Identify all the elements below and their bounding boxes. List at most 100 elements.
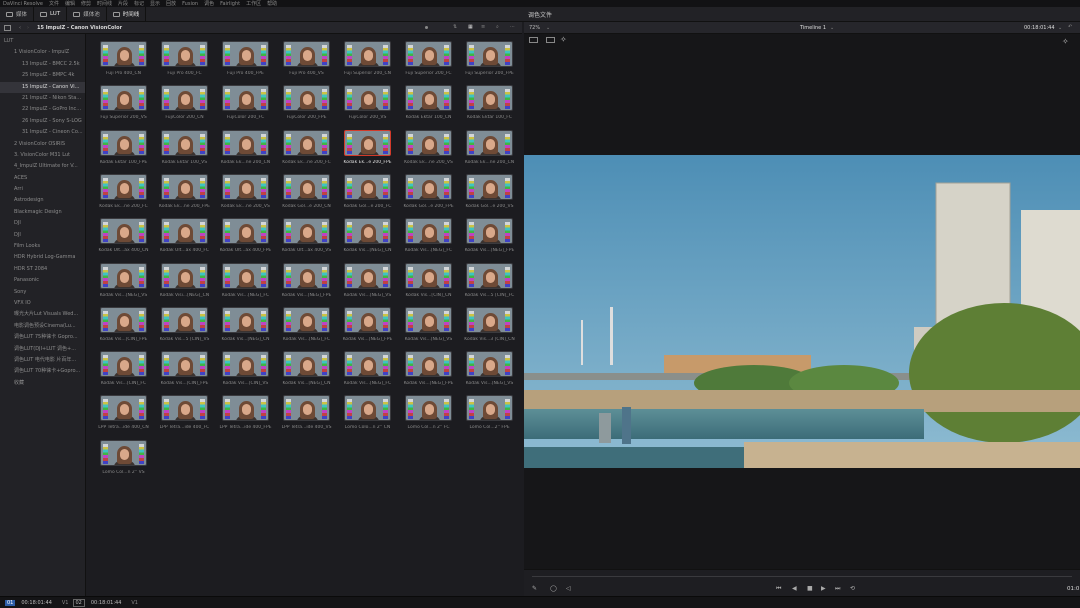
menu-item[interactable]: 帮助 (267, 0, 277, 7)
lut-thumbnail[interactable]: Kodak Vis...[CIN]_VS (222, 351, 269, 391)
lut-thumbnail[interactable]: Lomo Col...2'' FPE (466, 395, 513, 435)
lut-thumbnail[interactable]: Fuji Superior 200_FC (405, 41, 452, 81)
rewind-icon[interactable]: ◀ (792, 585, 797, 592)
sidebar-folder-item[interactable]: 2 VisionColor OSIRIS (0, 139, 85, 150)
lut-thumbnail[interactable]: Kodak Visi...[NEG]_CN (160, 262, 209, 303)
lut-thumbnail[interactable]: Kodak Ek...ne 200_FPE (159, 173, 210, 214)
lut-thumbnail[interactable]: Fuji Superior 200_FPE (465, 41, 514, 81)
sidebar-folder-item[interactable]: 曝光大片Lut Visuals Wed... (0, 309, 85, 320)
sidebar-folder-item[interactable]: DJI (0, 230, 85, 241)
sidebar-folder-item[interactable]: LUT (0, 36, 85, 47)
sidebar-folder-item[interactable]: 25 ImpulZ - BMPC 4k (0, 70, 85, 81)
viewer-mode-icon[interactable] (529, 37, 538, 43)
lut-thumbnail[interactable]: Kodak Vis...[NEG]_FC (222, 262, 269, 303)
lut-thumbnail[interactable]: Fuji Superior 200_VS (100, 85, 147, 125)
lut-thumbnail[interactable]: Fuji Pro 400_FPE (222, 41, 269, 81)
lut-thumbnail[interactable]: Kodak Vis...[NEG]_CN (222, 306, 269, 347)
lut-thumbnail[interactable]: Kodak Ektar 100_VS (161, 129, 208, 170)
mask-icon[interactable]: ◯ (550, 585, 557, 592)
lut-thumbnail[interactable]: FujiColor 200_CN (161, 85, 208, 125)
lut-thumbnail[interactable]: Kodak Vis...[NEG]_CN (344, 218, 391, 258)
media-pool-button[interactable]: 媒体池 (67, 6, 107, 22)
lut-thumbnail[interactable]: Kodak Vis...[NEG]_VS (344, 262, 391, 303)
lut-thumbnail[interactable]: Kodak Ult...ax 400_VS (282, 218, 331, 258)
lut-thumbnail[interactable]: Kodak Vis...[CIN]_FPE (100, 306, 147, 347)
lut-thumbnail[interactable]: Fuji Pro 400_VS (283, 41, 330, 81)
sidebar-folder-item[interactable]: DJI (0, 218, 85, 229)
sidebar-folder-item[interactable]: 调色LUT(DJI+LUT 调色+... (0, 344, 85, 355)
sidebar-folder-item[interactable]: Sony (0, 287, 85, 298)
back-arrow-icon[interactable]: ‹ (19, 25, 21, 31)
lut-thumbnail[interactable]: Kodak Vis...[CIN]_FPE (161, 351, 208, 391)
lut-thumbnail[interactable]: LPP Tetra...ide 400_FC (160, 395, 209, 435)
lut-button[interactable]: LUT (34, 6, 68, 22)
lut-thumbnail[interactable]: Kodak Gol...e 200_VS (466, 173, 513, 214)
sidebar-folder-item[interactable]: 22 ImpulZ - GoPro Inc... (0, 104, 85, 115)
lut-thumbnail[interactable]: Kodak Vis...[NEG]_FPE (404, 351, 453, 391)
lut-thumbnail[interactable]: Lomo Colo...n 2'' CN (344, 395, 391, 435)
play-icon[interactable]: ▶ (821, 585, 826, 592)
speaker-icon[interactable]: ◁ (566, 585, 571, 592)
lut-thumbnail[interactable]: Kodak Vis...[NEG]_FC (344, 351, 391, 391)
lut-thumbnail[interactable]: Kodak Vis...[NEG]_FPE (465, 218, 514, 258)
media-button[interactable]: 媒体 (0, 6, 35, 22)
sidebar-folder-item[interactable]: 4_ImpulZ Ultimate for V... (0, 161, 85, 172)
more-options-icon[interactable]: ⋯ (510, 24, 515, 30)
timeline-dropdown-icon[interactable]: ⌄ (830, 25, 834, 31)
lut-thumbnail[interactable]: Kodak Vis...[CIN]_FC (100, 351, 147, 391)
undo-icon[interactable]: ↶ (1068, 24, 1072, 30)
lut-thumbnail[interactable]: Kodak Gol...e 200_CN (282, 173, 331, 214)
lut-thumbnail[interactable]: Kodak Vis...[NEG]_VS (100, 262, 147, 303)
lut-thumbnail[interactable]: Kodak Ektar 100_FC (466, 85, 513, 125)
sidebar-folder-item[interactable]: 26 ImpulZ - Sony S-LOG (0, 116, 85, 127)
menu-item[interactable]: Fairlight (220, 1, 240, 7)
menu-item[interactable]: Fusion (182, 1, 198, 7)
lut-thumbnail[interactable]: Lomo Col...n 2'' FC (405, 395, 452, 435)
menu-item[interactable]: 调色 (204, 0, 214, 7)
sidebar-folder-item[interactable]: Astrodesign (0, 195, 85, 206)
sidebar-folder-item[interactable]: HDR ST 2084 (0, 264, 85, 275)
timeline-name[interactable]: Timeline 1 (800, 25, 826, 31)
sidebar-folder-item[interactable]: 21 ImpulZ - Nikon Sta... (0, 93, 85, 104)
sidebar-folder-item[interactable]: Panasonic (0, 275, 85, 286)
lut-thumbnail[interactable]: Kodak Vis...[NEG]_FPE (343, 306, 392, 347)
menu-item[interactable]: 显示 (150, 0, 160, 7)
sidebar-folder-item[interactable]: 15 ImpulZ - Canon Vi... (0, 81, 85, 93)
wand-icon[interactable]: ✧ (560, 35, 567, 44)
lut-thumbnail[interactable]: FujiColor 200_FPE (283, 85, 330, 125)
sidebar-folder-item[interactable]: VFX IO (0, 298, 85, 309)
skip-forward-icon[interactable]: ⏭ (835, 585, 840, 593)
timeline-button[interactable]: 时间线 (107, 6, 147, 22)
forward-arrow-icon[interactable]: › (27, 25, 29, 31)
magic-icon[interactable]: ✧ (1062, 37, 1069, 46)
list-view-icon[interactable]: ≡ (481, 24, 485, 30)
lut-thumbnail[interactable]: Kodak Vis...5 [CIN]_VS (160, 306, 209, 347)
lut-thumbnail[interactable]: Kodak Ek...ne 200_CN (465, 129, 514, 170)
sidebar-folder-item[interactable]: HDR Hybrid Log-Gamma (0, 252, 85, 263)
lut-thumbnail[interactable]: Kodak Ek...ne 200_VS (404, 129, 453, 170)
lut-thumbnail[interactable]: FujiColor 200_VS (344, 85, 391, 125)
track-1-badge[interactable]: 01 (5, 599, 16, 606)
lut-thumbnail[interactable]: Kodak Vis...[NEG]_VS (405, 306, 452, 347)
sidebar-folder-item[interactable]: 13 ImpulZ - BMCC 2.5k (0, 59, 85, 70)
lut-thumbnail[interactable]: Kodak Vis...3 [CIN]_CN (464, 306, 515, 347)
lut-thumbnail[interactable]: Kodak Vis...[NEG]_FPE (282, 262, 331, 303)
lut-thumbnail[interactable]: Kodak Ek...e 200_FPE (343, 129, 392, 170)
sidebar-folder-item[interactable]: 收藏 (0, 378, 85, 389)
sidebar-folder-item[interactable]: 3. VisionColor M31 Lut (0, 150, 85, 161)
lut-thumbnail[interactable]: Kodak Ult...ax 400_FPE (220, 218, 271, 258)
sidebar-folder-item[interactable]: ACES (0, 173, 85, 184)
stop-icon[interactable]: ■ (807, 585, 813, 592)
pen-tool-icon[interactable]: ✎ (532, 585, 537, 592)
lut-thumbnail[interactable]: Kodak Ult...ax 400_FC (160, 218, 209, 258)
lut-thumbnail[interactable]: Lomo Col...n 2'' VS (100, 439, 147, 480)
sidebar-folder-item[interactable]: 电影调色预设Cinema(Lu... (0, 321, 85, 332)
lut-thumbnail[interactable]: Fuji Pro 400_CN (100, 41, 147, 81)
lut-thumbnail[interactable]: LPP Tetra...ide 400_FPE (219, 395, 272, 435)
sidebar-folder-item[interactable]: Film Looks (0, 241, 85, 252)
lut-thumbnail[interactable]: Kodak Ektar 100_FPE (100, 129, 147, 170)
menu-item[interactable]: 工作区 (246, 0, 261, 7)
lut-thumbnail[interactable]: Kodak Vis...[NEG]_CN (283, 351, 330, 391)
sort-icon[interactable]: ⇅ (453, 24, 457, 30)
zoom-level[interactable]: 72% (529, 25, 540, 31)
